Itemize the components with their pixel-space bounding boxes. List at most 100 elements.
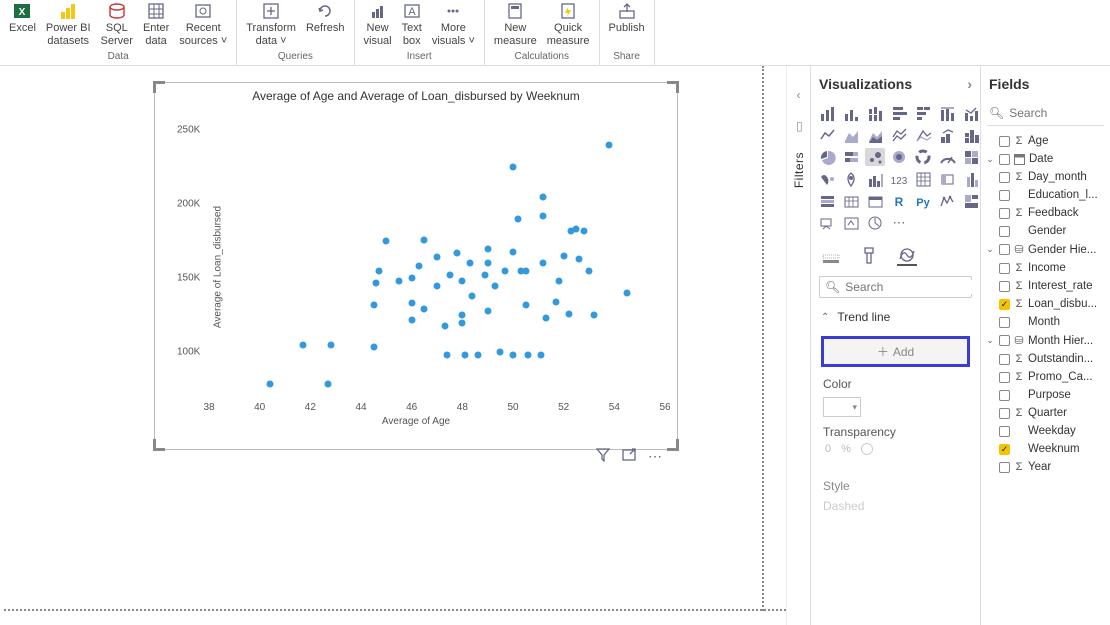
data-point[interactable] (553, 299, 560, 306)
data-point[interactable] (434, 254, 441, 261)
data-point[interactable] (492, 282, 499, 289)
ribbon-button-more-visuals-[interactable]: Morevisuals ˅ (427, 0, 480, 47)
resize-handle-bl[interactable] (153, 439, 165, 451)
resize-handle-br[interactable] (667, 439, 679, 451)
field-interest-rate[interactable]: ΣInterest_rate (981, 277, 1110, 295)
data-point[interactable] (502, 267, 509, 274)
report-canvas[interactable]: Average of Age and Average of Loan_disbu… (0, 66, 786, 625)
viz-type-chip-21[interactable] (817, 170, 837, 188)
ribbon-button-publish[interactable]: Publish (604, 0, 650, 35)
data-point[interactable] (586, 267, 593, 274)
field-month[interactable]: Month (981, 313, 1110, 331)
data-point[interactable] (370, 301, 377, 308)
fields-search-input[interactable] (1009, 106, 1110, 120)
add-trend-line-button[interactable]: ＋ Add (821, 336, 970, 367)
analytics-search-input[interactable] (845, 280, 1000, 294)
data-point[interactable] (540, 212, 547, 219)
field-month-hier-[interactable]: ⌄⛁Month Hier... (981, 331, 1110, 350)
field-checkbox[interactable] (999, 136, 1010, 147)
viz-type-chip-31[interactable]: R (889, 192, 909, 210)
data-point[interactable] (461, 352, 468, 359)
data-point[interactable] (474, 352, 481, 359)
data-point[interactable] (540, 193, 547, 200)
data-point[interactable] (459, 312, 466, 319)
field-day-month[interactable]: ΣDay_month (981, 168, 1110, 186)
ribbon-button-quick-measure[interactable]: Quickmeasure (542, 0, 595, 47)
data-point[interactable] (408, 275, 415, 282)
viz-type-chip-12[interactable] (937, 126, 957, 144)
data-point[interactable] (446, 272, 453, 279)
field-quarter[interactable]: ΣQuarter (981, 404, 1110, 422)
data-point[interactable] (421, 236, 428, 243)
focus-mode-icon[interactable] (622, 448, 636, 465)
viz-type-chip-25[interactable] (913, 170, 933, 188)
data-point[interactable] (469, 293, 476, 300)
field-age[interactable]: ΣAge (981, 132, 1110, 150)
data-point[interactable] (497, 349, 504, 356)
viz-type-chip-32[interactable]: Py (913, 192, 933, 210)
viz-type-chip-30[interactable] (865, 192, 885, 210)
scatter-chart-visual[interactable]: Average of Age and Average of Loan_disbu… (154, 82, 678, 450)
ribbon-button-new-measure[interactable]: Newmeasure (489, 0, 542, 47)
more-options-icon[interactable]: ⋯ (648, 448, 662, 465)
viz-type-chip-35[interactable] (817, 214, 837, 232)
viz-type-chip-36[interactable] (841, 214, 861, 232)
ribbon-button-transform-data-[interactable]: Transformdata ˅ (241, 0, 301, 47)
data-point[interactable] (454, 250, 461, 257)
field-gender[interactable]: Gender (981, 222, 1110, 240)
field-checkbox[interactable] (999, 462, 1010, 473)
resize-handle-tr[interactable] (667, 81, 679, 93)
viz-type-chip-26[interactable] (937, 170, 957, 188)
field-checkbox[interactable] (999, 226, 1010, 237)
fields-search[interactable]: 🔍︎ (987, 104, 1104, 126)
data-point[interactable] (510, 163, 517, 170)
ribbon-button-recent-sources-[interactable]: Recentsources ˅ (174, 0, 232, 47)
viz-type-chip-24[interactable]: 123 (889, 170, 909, 188)
viz-type-chip-34[interactable] (961, 192, 981, 210)
field-checkbox[interactable] (999, 244, 1010, 255)
ribbon-button-enter-data[interactable]: Enterdata (138, 0, 174, 47)
filters-slicer-icon[interactable]: ▭ (792, 121, 806, 132)
data-point[interactable] (396, 278, 403, 285)
viz-type-chip-18[interactable] (913, 148, 933, 166)
viz-type-chip-38[interactable]: ⋯ (889, 214, 909, 232)
data-point[interactable] (416, 263, 423, 270)
field-checkbox[interactable] (999, 317, 1010, 328)
data-point[interactable] (373, 279, 380, 286)
field-purpose[interactable]: Purpose (981, 386, 1110, 404)
color-picker[interactable]: ▾ (823, 397, 861, 417)
data-point[interactable] (580, 227, 587, 234)
field-checkbox[interactable] (999, 172, 1010, 183)
data-point[interactable] (510, 352, 517, 359)
field-checkbox[interactable] (999, 208, 1010, 219)
data-point[interactable] (555, 278, 562, 285)
viz-type-chip-33[interactable] (937, 192, 957, 210)
field-checkbox[interactable] (999, 190, 1010, 201)
analytics-search[interactable]: 🔍︎ (819, 276, 972, 298)
data-point[interactable] (466, 260, 473, 267)
field-checkbox[interactable] (999, 354, 1010, 365)
field-feedback[interactable]: ΣFeedback (981, 204, 1110, 222)
field-outstandin-[interactable]: ΣOutstandin... (981, 350, 1110, 368)
field-loan-disbu-[interactable]: ✓ΣLoan_disbu... (981, 295, 1110, 313)
ribbon-button-sql-server[interactable]: SQLServer (96, 0, 138, 47)
data-point[interactable] (542, 315, 549, 322)
viz-type-chip-19[interactable] (937, 148, 957, 166)
field-weekday[interactable]: Weekday (981, 422, 1110, 440)
field-checkbox[interactable] (999, 335, 1010, 346)
field-education-l-[interactable]: Education_l... (981, 186, 1110, 204)
data-point[interactable] (408, 300, 415, 307)
ribbon-button-excel[interactable]: XExcel (4, 0, 41, 35)
viz-type-chip-27[interactable] (961, 170, 981, 188)
field-checkbox[interactable] (999, 372, 1010, 383)
ribbon-button-refresh[interactable]: Refresh (301, 0, 350, 35)
viz-type-chip-20[interactable] (961, 148, 981, 166)
data-point[interactable] (515, 215, 522, 222)
viz-type-chip-17[interactable] (889, 148, 909, 166)
viz-type-chip-3[interactable] (889, 104, 909, 122)
viz-type-chip-16[interactable] (865, 148, 885, 166)
data-point[interactable] (482, 272, 489, 279)
viz-type-chip-37[interactable] (865, 214, 885, 232)
transparency-slider-thumb[interactable] (861, 443, 873, 455)
data-point[interactable] (299, 342, 306, 349)
